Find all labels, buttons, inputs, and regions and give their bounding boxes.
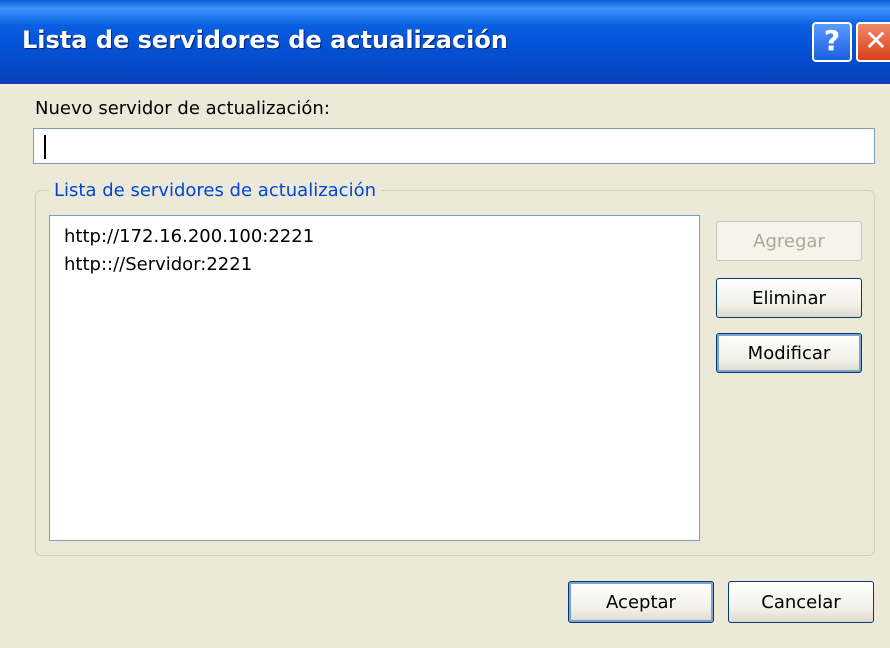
ok-button[interactable]: Aceptar	[568, 581, 714, 623]
server-listbox[interactable]: http://172.16.200.100:2221 http:://Servi…	[49, 215, 700, 541]
close-icon[interactable]: ✕	[856, 22, 890, 62]
remove-button[interactable]: Eliminar	[716, 278, 862, 318]
new-server-label: Nuevo servidor de actualización:	[35, 98, 330, 119]
new-server-input[interactable]	[33, 128, 875, 164]
window-title: Lista de servidores de actualización	[22, 26, 508, 54]
server-list-legend: Lista de servidores de actualización	[49, 180, 382, 201]
cancel-button[interactable]: Cancelar	[728, 581, 874, 623]
text-caret	[44, 135, 46, 159]
help-icon[interactable]: ?	[812, 22, 852, 62]
list-item[interactable]: http://172.16.200.100:2221	[64, 226, 314, 247]
add-button[interactable]: Agregar	[716, 221, 862, 261]
modify-button[interactable]: Modificar	[716, 333, 862, 373]
title-bar[interactable]: Lista de servidores de actualización ? ✕	[0, 0, 890, 84]
list-item[interactable]: http:://Servidor:2221	[64, 254, 252, 275]
